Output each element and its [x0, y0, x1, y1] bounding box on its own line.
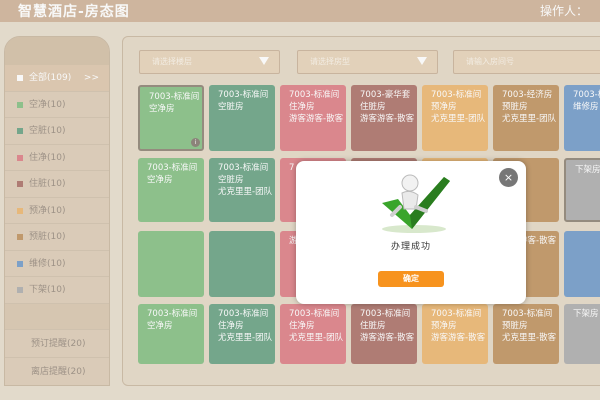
- success-message: 办理成功: [390, 242, 431, 252]
- success-check-icon: [382, 174, 450, 233]
- close-button[interactable]: ×: [499, 168, 518, 187]
- confirm-button[interactable]: 确定: [378, 271, 444, 287]
- success-dialog: × 办理成功 确定: [296, 161, 526, 304]
